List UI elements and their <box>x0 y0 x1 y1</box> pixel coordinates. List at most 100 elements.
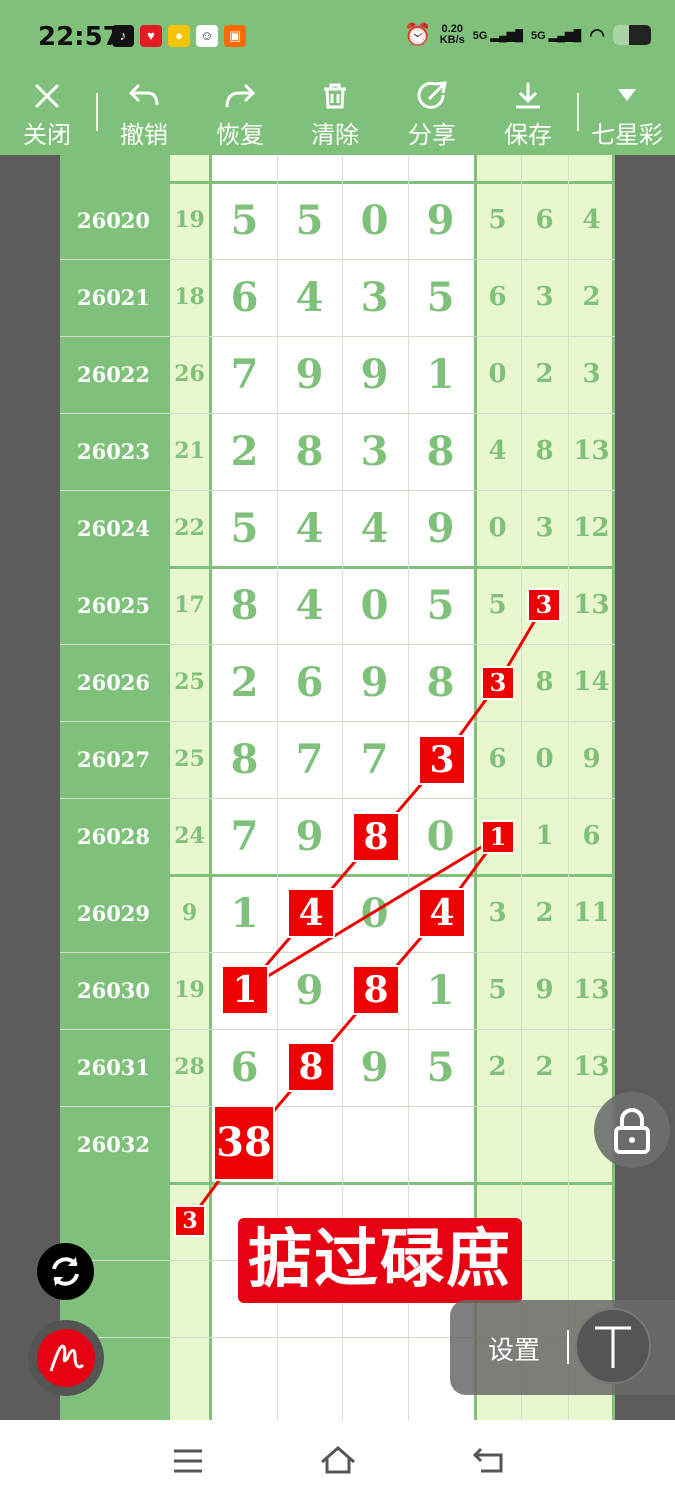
lottery-mode-dropdown[interactable]: 七星彩 <box>587 75 667 155</box>
side-value: 3 <box>535 513 554 543</box>
tiktok-icon: ♪ <box>112 25 134 47</box>
side-value: 13 <box>573 436 610 466</box>
side-value: 11 <box>573 898 610 928</box>
avatar-app-icon: ☺ <box>196 25 218 47</box>
issue-number: 26023 <box>76 439 151 464</box>
undo-button[interactable]: 撤销 <box>109 75 179 155</box>
side-value: 14 <box>573 667 610 697</box>
digit-cell: 1 <box>426 351 455 398</box>
clear-button[interactable]: 清除 <box>300 75 370 155</box>
side-value: 5 <box>488 975 507 1005</box>
digit-cell: 4 <box>360 505 389 552</box>
digit-cell: 9 <box>360 659 389 706</box>
table-row: 26021 18 6 4 3 5 6 3 2 <box>60 259 615 336</box>
table-row: 26028247980116 <box>60 798 615 875</box>
download-icon <box>516 83 540 109</box>
panel-divider <box>567 1330 569 1364</box>
sum-value: 9 <box>181 900 198 926</box>
digit-cell: 8 <box>426 428 455 475</box>
refresh-icon <box>52 1257 79 1286</box>
digit-cell: 9 <box>360 1044 389 1091</box>
side-value: 0 <box>488 359 507 389</box>
highlight-mark: 3 <box>418 735 466 785</box>
text-tool-button[interactable] <box>575 1308 651 1384</box>
issue-number: 26031 <box>76 1055 151 1080</box>
highlight-mark: 4 <box>287 888 335 938</box>
pen-tool-button[interactable] <box>28 1320 104 1396</box>
share-label: 分享 <box>408 121 456 149</box>
undo-icon <box>128 83 159 106</box>
side-value: 6 <box>535 205 554 235</box>
sum-value: 22 <box>174 515 205 541</box>
mode-label: 七星彩 <box>591 121 663 149</box>
network-speed: 0.20 KB/s <box>439 23 465 46</box>
close-icon <box>34 83 60 109</box>
digit-cell: 5 <box>426 274 455 321</box>
close-button[interactable]: 关闭 <box>12 75 82 155</box>
digit-cell: 0 <box>360 890 389 937</box>
chart-area[interactable]: 26020 19 5 5 0 9 5 6 4 26021 18 6 4 3 5 6 3 2 26022 26 7 9 9 1 0… <box>0 155 675 1420</box>
side-value: 2 <box>535 898 554 928</box>
digit-cell: 2 <box>230 659 259 706</box>
settings-button[interactable]: 设置 <box>488 1330 540 1367</box>
side-value: 3 <box>582 359 601 389</box>
toolbar-divider <box>96 93 98 131</box>
table-row: 260262526983814 <box>60 644 615 721</box>
clock-time: 22:57 <box>38 22 121 52</box>
side-value: 6 <box>488 282 507 312</box>
digit-cell: 8 <box>230 582 259 629</box>
side-value: 12 <box>573 513 610 543</box>
share-button[interactable]: 分享 <box>397 75 467 155</box>
digit-cell: 9 <box>426 505 455 552</box>
home-icon[interactable] <box>319 1444 357 1476</box>
side-value: 2 <box>582 282 601 312</box>
table-row: 26032 38 <box>60 1106 615 1183</box>
digit-cell: 1 <box>426 967 455 1014</box>
settings-panel: 设置 <box>450 1300 675 1395</box>
sum-value: 25 <box>174 746 205 772</box>
issue-number: 26027 <box>76 747 151 772</box>
side-value: 13 <box>573 590 610 620</box>
side-value: 2 <box>535 1052 554 1082</box>
redo-icon <box>225 83 256 108</box>
digit-cell: 0 <box>360 582 389 629</box>
toolbar: 关闭 撤销 恢复 清除 分享 保存 七星彩 <box>0 75 675 155</box>
shopping-app-icon: ▣ <box>224 25 246 47</box>
digit-cell: 7 <box>230 813 259 860</box>
close-label: 关闭 <box>23 121 71 149</box>
side-value: 3 <box>488 898 507 928</box>
side-value: 5 <box>488 205 507 235</box>
sum-value: 17 <box>174 592 205 618</box>
save-button[interactable]: 保存 <box>493 75 563 155</box>
issue-number: 26028 <box>76 824 151 849</box>
sum-value: 19 <box>174 977 205 1003</box>
digit-cell: 8 <box>426 659 455 706</box>
rotate-button[interactable] <box>37 1243 94 1300</box>
digit-cell: 4 <box>295 505 324 552</box>
digit-cell: 5 <box>426 1044 455 1091</box>
issue-number: 26026 <box>76 670 151 695</box>
issue-number: 26025 <box>76 593 151 618</box>
digit-cell: 4 <box>295 274 324 321</box>
notification-icons: ♪ ♥ ● ☺ ▣ <box>112 25 246 47</box>
redo-label: 恢复 <box>216 121 264 149</box>
highlight-mark: 3 <box>481 666 515 700</box>
redo-button[interactable]: 恢复 <box>205 75 275 155</box>
sum-value: 28 <box>174 1054 205 1080</box>
side-value: 9 <box>535 975 554 1005</box>
sum-value <box>167 1106 212 1183</box>
menu-icon[interactable] <box>172 1448 204 1474</box>
undo-label: 撤销 <box>120 121 168 149</box>
digit-cell: 8 <box>295 428 324 475</box>
side-value: 9 <box>582 744 601 774</box>
digit-cell: 9 <box>295 813 324 860</box>
digit-cell: 7 <box>295 736 324 783</box>
lock-button[interactable] <box>594 1092 670 1168</box>
clear-label: 清除 <box>311 121 359 149</box>
issue-number: 26029 <box>76 901 151 926</box>
pen-scribble-icon <box>49 1344 85 1372</box>
app-coin-icon: ● <box>168 25 190 47</box>
share-icon <box>417 81 447 109</box>
back-icon[interactable] <box>471 1446 505 1474</box>
battery-icon <box>613 25 651 45</box>
